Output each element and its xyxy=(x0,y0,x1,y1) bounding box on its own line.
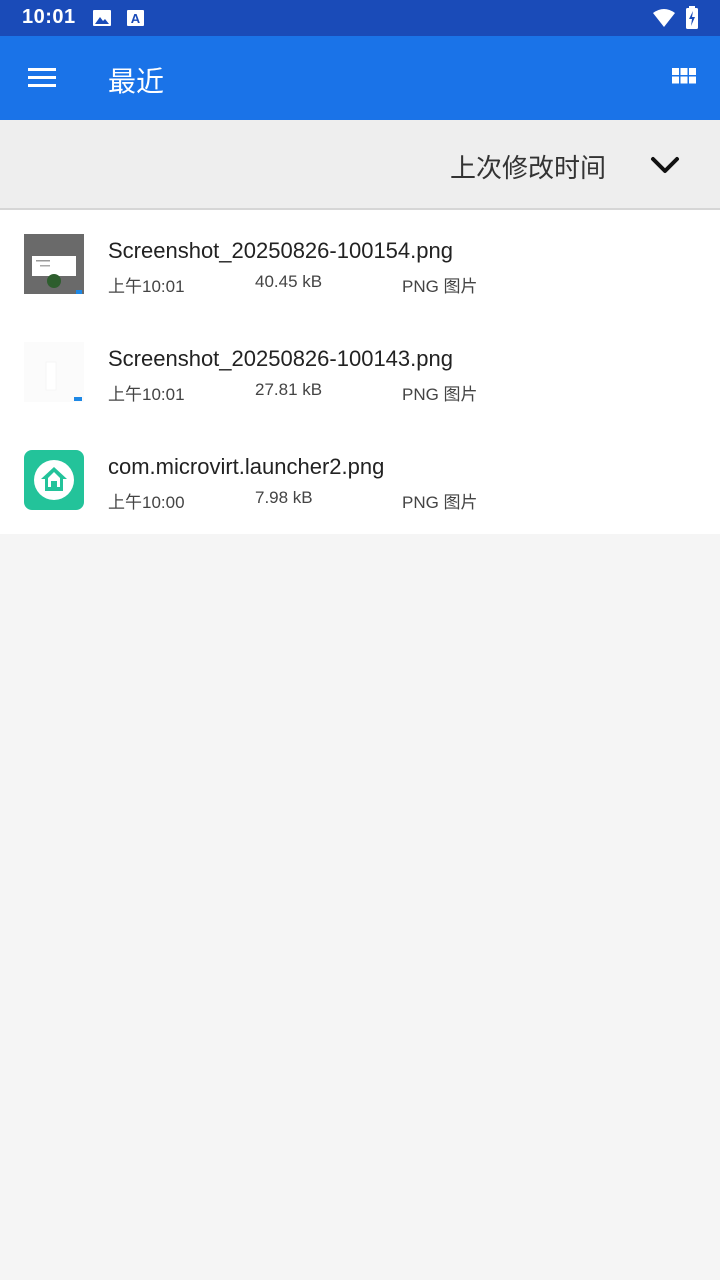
file-type: PNG 图片 xyxy=(402,385,478,404)
chevron-down-icon[interactable] xyxy=(648,150,682,184)
sort-bar[interactable]: 上次修改时间 xyxy=(0,120,720,210)
file-list-item[interactable]: Screenshot_20250826-100154.png 上午10:01 4… xyxy=(0,210,720,318)
file-list-item[interactable]: com.microvirt.launcher2.png 上午10:00 7.98… xyxy=(0,426,720,534)
image-icon xyxy=(92,8,112,32)
file-list-item[interactable]: Screenshot_20250826-100143.png 上午10:01 2… xyxy=(0,318,720,426)
file-modified-time: 上午10:01 xyxy=(108,277,185,296)
wifi-icon xyxy=(652,7,676,33)
file-name: Screenshot_20250826-100154.png xyxy=(108,238,453,263)
app-bar: 最近 xyxy=(0,36,720,120)
file-size: 40.45 kB xyxy=(255,272,323,291)
file-name: com.microvirt.launcher2.png xyxy=(108,454,385,479)
file-size: 27.81 kB xyxy=(255,380,323,399)
menu-button[interactable] xyxy=(20,58,64,98)
file-modified-time: 上午10:00 xyxy=(108,493,185,512)
menu-icon-bar xyxy=(28,84,56,87)
file-size: 7.98 kB xyxy=(255,488,313,507)
menu-icon-bar xyxy=(28,76,56,79)
launcher-app-icon xyxy=(24,450,84,510)
file-list: Screenshot_20250826-100154.png 上午10:01 4… xyxy=(0,210,720,534)
page-title: 最近 xyxy=(108,65,165,98)
file-name: Screenshot_20250826-100143.png xyxy=(108,346,453,371)
battery-icon xyxy=(685,6,699,34)
file-modified-time: 上午10:01 xyxy=(108,385,185,404)
grid-view-icon xyxy=(672,68,696,84)
file-type: PNG 图片 xyxy=(402,493,478,512)
menu-icon xyxy=(28,68,56,71)
a-letter-icon: A xyxy=(126,8,146,32)
status-bar: 10:01 A xyxy=(0,0,720,36)
sort-label: 上次修改时间 xyxy=(449,154,606,184)
file-type: PNG 图片 xyxy=(402,277,478,296)
screenshot-thumbnail xyxy=(24,342,84,402)
svg-text:A: A xyxy=(131,11,141,26)
grid-view-button[interactable] xyxy=(664,60,704,100)
status-time: 10:01 xyxy=(22,6,76,28)
screenshot-thumbnail xyxy=(24,234,84,294)
